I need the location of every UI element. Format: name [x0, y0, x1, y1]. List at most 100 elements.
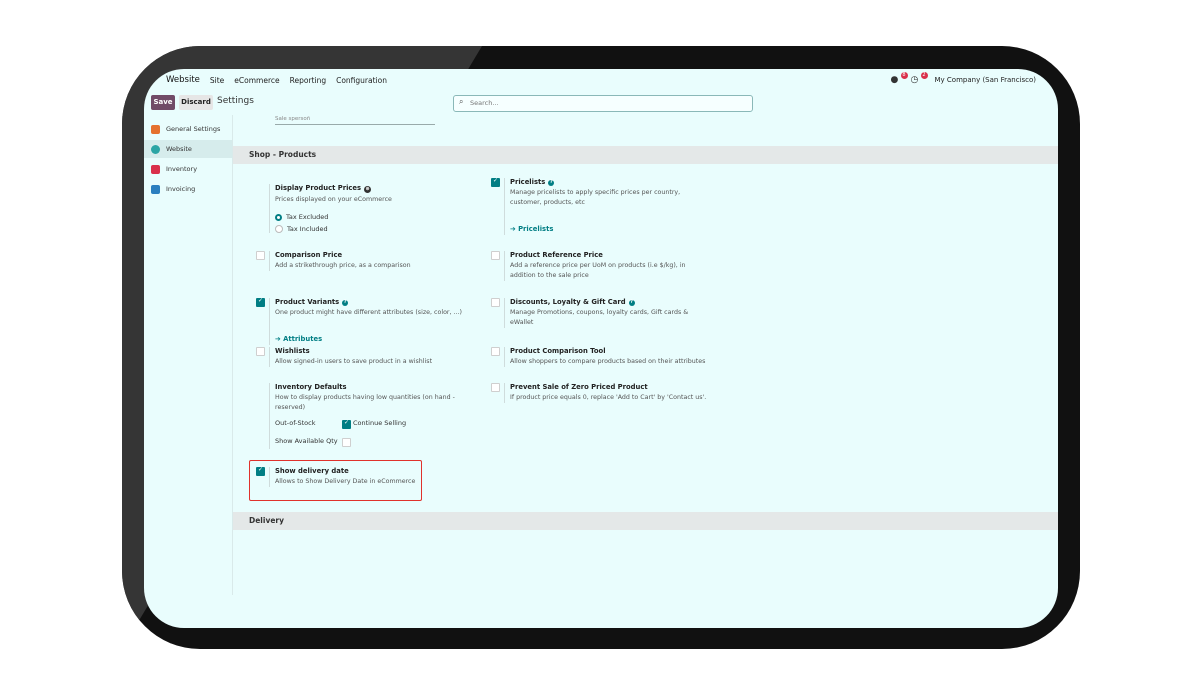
show-available-label: Show Available Qty	[275, 437, 338, 445]
setting-comparison-price: Comparison Price Add a strikethrough pri…	[269, 251, 505, 271]
setting-inventory-defaults: Inventory Defaults How to display produc…	[269, 383, 505, 449]
setting-title: Product Variants?	[275, 298, 505, 306]
setting-pricelists: Pricelists? Manage pricelists to apply s…	[504, 178, 740, 235]
menu-site[interactable]: Site	[210, 76, 224, 85]
setting-title: Product Comparison Tool	[510, 347, 606, 355]
show-available-row: Show Available Qty	[275, 437, 505, 449]
reference-price-checkbox[interactable]	[491, 251, 500, 260]
sidebar-item-label: Inventory	[166, 165, 198, 173]
setting-title: Inventory Defaults	[275, 383, 347, 391]
radio-dot	[275, 213, 282, 221]
sidebar-item-label: Website	[166, 145, 192, 153]
setting-title: Product Reference Price	[510, 251, 603, 259]
menu-configuration[interactable]: Configuration	[336, 76, 387, 85]
wishlists-checkbox[interactable]	[256, 347, 265, 356]
setting-display-prices: Display Product Prices ⊕ Prices displayed…	[269, 184, 505, 233]
sidebar-item-invoicing[interactable]: Invoicing	[144, 180, 232, 198]
comparison-tool-checkbox[interactable]	[491, 347, 500, 356]
link-label: Attributes	[283, 335, 323, 343]
control-panel: Save Discard Settings ⌕	[144, 91, 1058, 115]
invoicing-icon	[151, 184, 160, 194]
company-switcher[interactable]: My Company (San Francisco)	[935, 76, 1036, 84]
out-of-stock-row: Out-of-Stock Continue Selling	[275, 419, 505, 433]
setting-title: Pricelists?	[510, 178, 740, 186]
continue-selling-label: Continue Selling	[353, 419, 407, 427]
app-name[interactable]: Website	[166, 75, 200, 85]
arrow-right-icon: ➔	[510, 225, 519, 233]
chat-icon: ●	[890, 75, 899, 85]
setting-comparison-tool: Product Comparison Tool Allow shoppers t…	[504, 347, 740, 367]
save-button[interactable]: Save	[151, 95, 175, 110]
setting-divider	[269, 383, 270, 449]
setting-zero-priced: Prevent Sale of Zero Priced Product If p…	[504, 383, 740, 403]
setting-divider	[269, 184, 270, 233]
setting-desc: Manage pricelists to apply specific pric…	[510, 189, 681, 206]
pricelists-title: Pricelists	[510, 178, 546, 186]
settings-sidebar: General Settings Website Inventory Invoi…	[144, 117, 232, 597]
breadcrumb: Settings	[217, 96, 254, 106]
clock-icon: ◷	[910, 75, 919, 85]
radio-tax-excluded[interactable]: Tax Excluded	[275, 213, 505, 221]
attributes-link[interactable]: ➔ Attributes	[275, 326, 505, 345]
zero-priced-checkbox[interactable]	[491, 383, 500, 392]
setting-discounts: Discounts, Loyalty & Gift Card? Manage P…	[504, 298, 740, 328]
setting-desc: If product price equals 0, replace 'Add …	[510, 394, 707, 401]
setting-title: Display Product Prices ⊕	[275, 184, 505, 193]
inventory-icon	[151, 164, 160, 174]
setting-desc: Add a reference price per UoM on product…	[510, 262, 686, 279]
highlight-box	[249, 460, 422, 501]
display-prices-title: Display Product Prices	[275, 184, 362, 192]
continue-selling-checkbox[interactable]	[342, 419, 351, 429]
help-icon[interactable]: ?	[342, 300, 349, 306]
pricelists-link[interactable]: ➔ Pricelists	[510, 216, 740, 235]
app-screen: Website Site eCommerce Reporting Configu…	[144, 69, 1058, 628]
setting-desc: One product might have different attribu…	[275, 309, 462, 316]
setting-desc: Add a strikethrough price, as a comparis…	[275, 262, 411, 269]
help-icon[interactable]: ?	[628, 300, 635, 306]
sidebar-item-general-settings[interactable]: General Settings	[144, 120, 232, 138]
setting-divider	[504, 298, 505, 328]
setting-desc: Allow signed-in users to save product in…	[275, 358, 433, 365]
systray: ● 8 ◷ 2 My Company (San Francisco)	[891, 69, 1036, 91]
activity-button[interactable]: ◷ 2	[910, 72, 928, 85]
settings-content: Sale spersoñ Shop - Products Display Pro…	[232, 115, 1058, 595]
pricelists-checkbox[interactable]	[491, 177, 500, 187]
sidebar-item-website[interactable]: Website	[144, 140, 232, 158]
discard-button[interactable]: Discard	[179, 95, 213, 110]
setting-divider	[269, 251, 270, 271]
arrow-right-icon: ➔	[275, 335, 284, 343]
menu-reporting[interactable]: Reporting	[290, 76, 326, 85]
setting-desc: Manage Promotions, coupons, loyalty card…	[510, 309, 689, 326]
setting-divider	[504, 383, 505, 403]
sidebar-item-label: Invoicing	[166, 185, 196, 193]
general-settings-icon	[151, 124, 160, 134]
globe-icon: ⊕	[364, 186, 372, 193]
help-icon[interactable]: ?	[548, 180, 555, 186]
messages-button[interactable]: ● 8	[890, 72, 908, 85]
setting-desc: Prices displayed on your eCommerce	[275, 196, 392, 203]
activity-badge: 2	[920, 72, 928, 79]
setting-divider	[269, 298, 270, 345]
discounts-checkbox[interactable]	[491, 298, 500, 307]
setting-wishlists: Wishlists Allow signed-in users to save …	[269, 347, 505, 367]
show-available-checkbox[interactable]	[342, 438, 351, 447]
sidebar-item-inventory[interactable]: Inventory	[144, 160, 232, 178]
comparison-price-checkbox[interactable]	[256, 251, 265, 260]
setting-title: Discounts, Loyalty & Gift Card?	[510, 298, 740, 306]
radio-tax-included[interactable]: Tax Included	[275, 225, 505, 233]
radio-label: Tax Included	[287, 225, 328, 233]
setting-desc: How to display products having low quant…	[275, 394, 455, 411]
setting-title: Comparison Price	[275, 251, 343, 259]
search-input[interactable]	[470, 98, 740, 108]
search-icon: ⌕	[459, 97, 464, 106]
product-variants-checkbox[interactable]	[256, 297, 265, 307]
menu-ecommerce[interactable]: eCommerce	[234, 76, 279, 85]
setting-divider	[269, 347, 270, 367]
discounts-title: Discounts, Loyalty & Gift Card	[510, 298, 626, 306]
website-icon	[151, 144, 160, 154]
messages-badge: 8	[900, 72, 908, 79]
salesperson-field-stub[interactable]: Sale spersoñ	[275, 116, 435, 125]
search-box: ⌕	[453, 95, 753, 112]
sidebar-item-label: General Settings	[166, 125, 221, 133]
setting-divider	[504, 251, 505, 281]
